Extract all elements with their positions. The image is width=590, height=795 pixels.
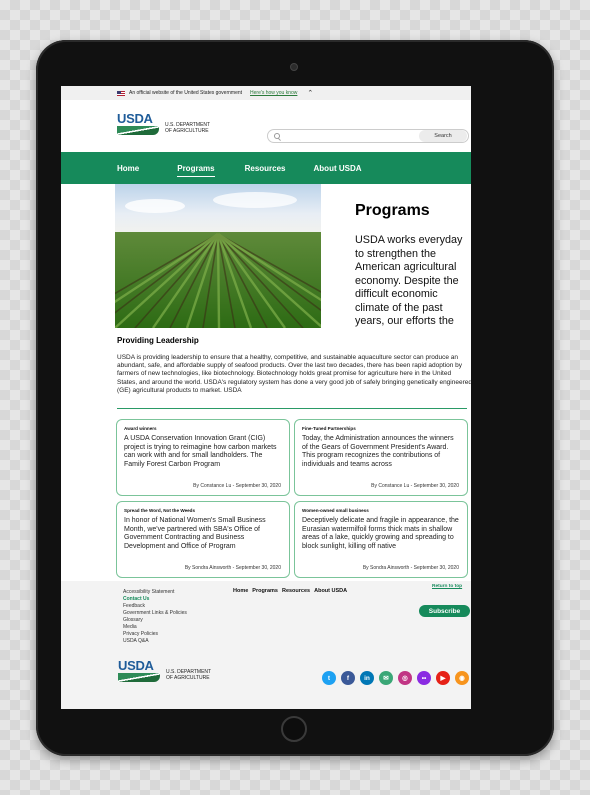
footer-nav: Home Programs Resources About USDA (233, 588, 347, 594)
social-icons: t f in ✉ ◎ •• ▶ ◉ (322, 671, 469, 685)
search-button[interactable]: Search (419, 130, 467, 142)
flickr-icon[interactable]: •• (417, 671, 431, 685)
news-card[interactable]: Award winners A USDA Conservation Innova… (116, 419, 290, 496)
footer-usda-logo[interactable]: USDA U.S. DEPARTMENT OF AGRICULTURE (118, 659, 211, 682)
footer-link-contact-us[interactable]: Contact Us (123, 596, 187, 603)
footer-link-accessibility[interactable]: Accessibility Statement (123, 589, 187, 596)
card-byline: By Sondra Ainsworth - September 30, 2020 (184, 565, 281, 571)
card-tag: Award winners (124, 426, 157, 431)
news-card[interactable]: Fine-Tuned Partnerships Today, the Admin… (294, 419, 468, 496)
site-footer: Accessibility Statement Contact Us Feedb… (61, 581, 471, 709)
hero-intro-text: USDA works everyday to strengthen the Am… (355, 234, 463, 327)
logo-line-2: OF AGRICULTURE (166, 675, 210, 681)
card-body: A USDA Conservation Innovation Grant (CI… (124, 435, 277, 468)
footer-link-glossary[interactable]: Glossary (123, 617, 187, 624)
youtube-icon[interactable]: ▶ (436, 671, 450, 685)
home-button[interactable] (281, 716, 307, 742)
subscribe-button[interactable]: Subscribe (419, 605, 470, 617)
camera-icon (290, 63, 298, 71)
leadership-body: USDA is providing leadership to ensure t… (117, 354, 471, 394)
footer-link-gov-links[interactable]: Government Links & Policies (123, 610, 187, 617)
card-body: In honor of National Women's Small Busin… (124, 517, 266, 550)
nav-resources[interactable]: Resources (245, 164, 286, 173)
linkedin-icon[interactable]: in (360, 671, 374, 685)
footer-link-qa[interactable]: USDA Q&A (123, 638, 187, 645)
email-icon[interactable]: ✉ (379, 671, 393, 685)
rss-icon[interactable]: ◉ (455, 671, 469, 685)
logo-line-2: OF AGRICULTURE (165, 128, 209, 134)
footer-link-feedback[interactable]: Feedback (123, 603, 187, 610)
card-tag: Fine-Tuned Partnerships (302, 426, 356, 431)
nav-home[interactable]: Home (117, 164, 139, 173)
footer-nav-resources[interactable]: Resources (282, 588, 310, 594)
logo-swoosh-icon (118, 673, 160, 682)
footer-nav-programs[interactable]: Programs (252, 588, 278, 594)
browser-screen: An official website of the United States… (61, 86, 471, 709)
twitter-icon[interactable]: t (322, 671, 336, 685)
card-body: Today, the Administration announces the … (302, 435, 454, 468)
news-card[interactable]: Spread the Word, Not the Weeds In honor … (116, 501, 290, 578)
footer-link-media[interactable]: Media (123, 624, 187, 631)
card-tag: Women-owned small business (302, 508, 369, 513)
instagram-icon[interactable]: ◎ (398, 671, 412, 685)
gov-banner: An official website of the United States… (61, 86, 471, 100)
nav-programs[interactable]: Programs (177, 164, 215, 177)
search-bar: Search (267, 129, 469, 143)
site-header: USDA U.S. DEPARTMENT OF AGRICULTURE (61, 100, 471, 152)
nav-about-usda[interactable]: About USDA (314, 164, 362, 173)
page-title: Programs (355, 202, 430, 219)
logo-wordmark: USDA (118, 658, 154, 673)
search-input[interactable] (280, 133, 419, 139)
chevron-up-icon[interactable]: ⌃ (307, 89, 313, 97)
news-card[interactable]: Women-owned small business Deceptively d… (294, 501, 468, 578)
card-body: Deceptively delicate and fragile in appe… (302, 517, 459, 550)
return-to-top-link[interactable]: Return to top (432, 584, 462, 589)
us-flag-icon (117, 90, 125, 96)
section-divider (117, 408, 467, 409)
usda-logo[interactable]: USDA U.S. DEPARTMENT OF AGRICULTURE (117, 112, 210, 135)
logo-wordmark: USDA (117, 111, 153, 126)
card-tag: Spread the Word, Not the Weeds (124, 508, 196, 513)
crop-field-image (115, 184, 321, 328)
facebook-icon[interactable]: f (341, 671, 355, 685)
search-icon (274, 133, 280, 139)
footer-links: Accessibility Statement Contact Us Feedb… (123, 589, 187, 645)
card-byline: By Constance Lu - September 30, 2020 (193, 483, 281, 489)
leadership-heading: Providing Leadership (117, 336, 199, 345)
logo-swoosh-icon (117, 126, 159, 135)
gov-banner-text: An official website of the United States… (129, 90, 243, 96)
main-nav: Home Programs Resources About USDA (61, 152, 471, 184)
hero-section: Programs USDA works everyday to strength… (61, 184, 471, 328)
heres-how-you-know-link[interactable]: Here's how you know (250, 90, 297, 96)
footer-nav-home[interactable]: Home (233, 588, 248, 594)
footer-link-privacy[interactable]: Privacy Policies (123, 631, 187, 638)
card-byline: By Constance Lu - September 30, 2020 (371, 483, 459, 489)
footer-nav-about[interactable]: About USDA (314, 588, 347, 594)
card-byline: By Sondra Ainsworth - September 30, 2020 (362, 565, 459, 571)
